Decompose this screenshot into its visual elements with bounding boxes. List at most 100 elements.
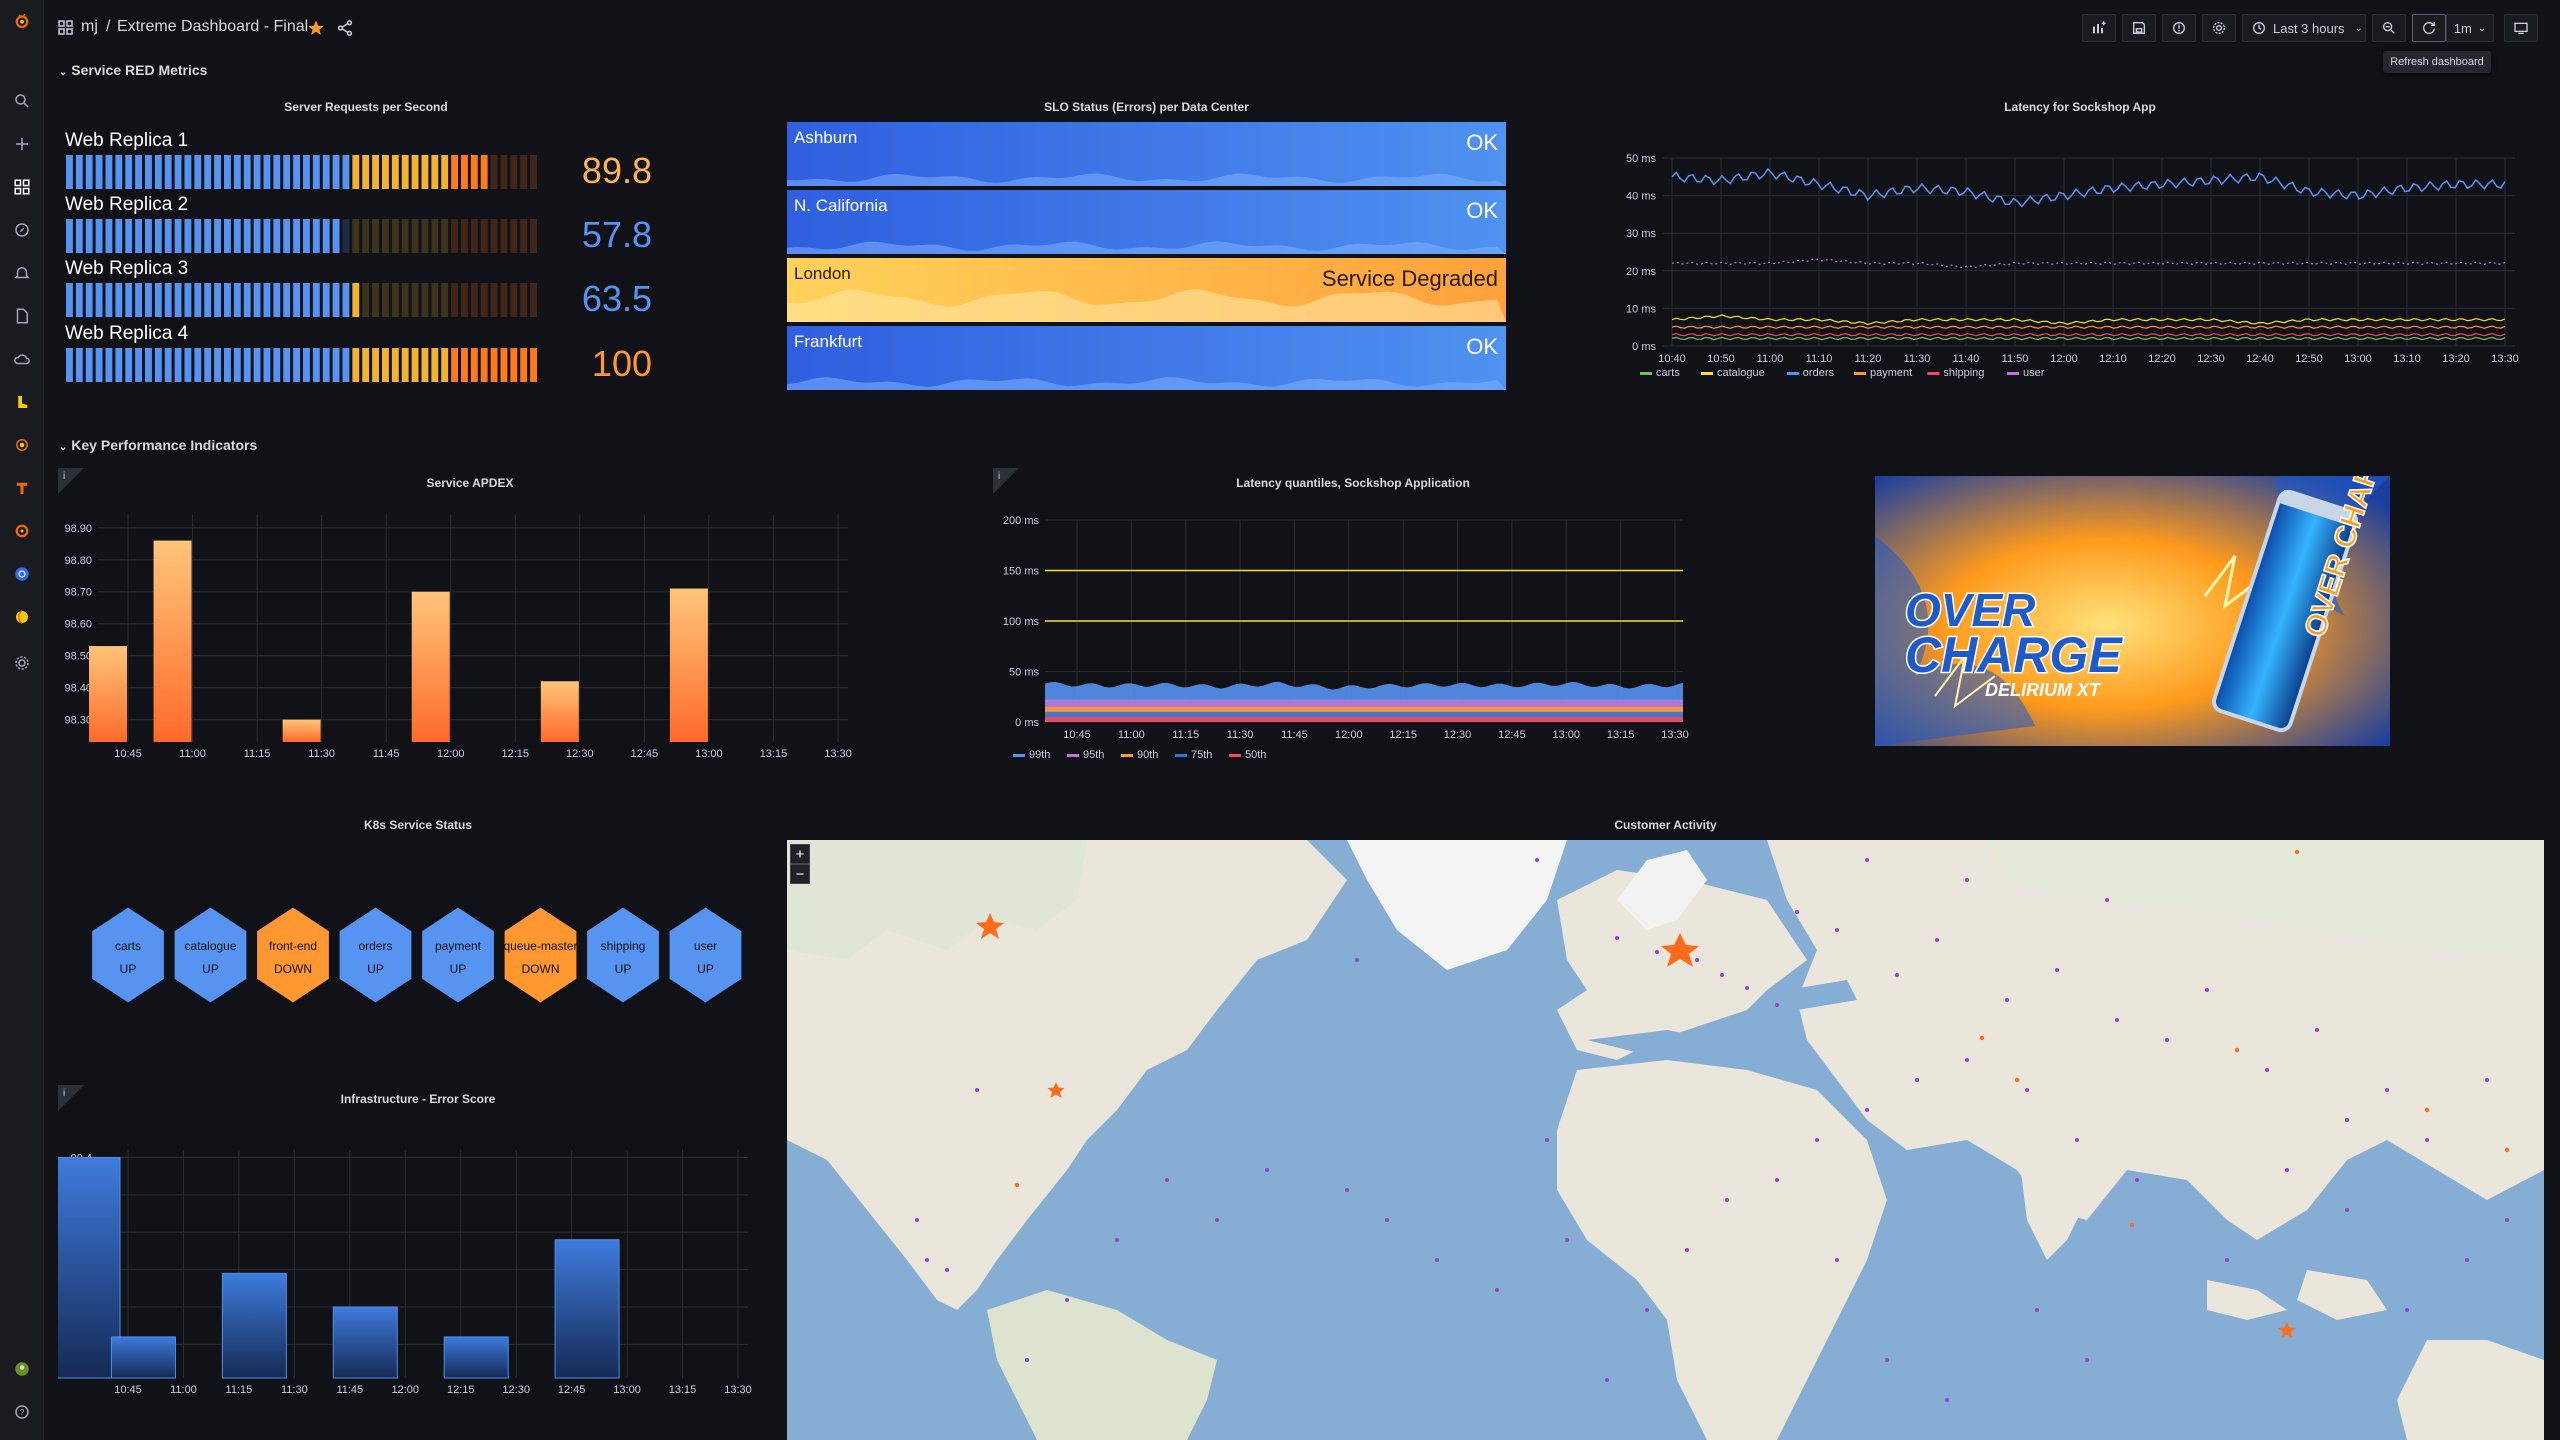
service-status: UP xyxy=(367,962,384,976)
panel-title-latency-app[interactable]: Latency for Sockshop App xyxy=(1600,100,2560,114)
search-icon[interactable] xyxy=(10,89,34,113)
hexagon-service[interactable] xyxy=(586,906,660,1004)
gauge-cell xyxy=(273,155,281,189)
dashboard-title[interactable]: Extreme Dashboard - Final xyxy=(117,18,308,36)
bar xyxy=(443,1336,509,1379)
gauge-cell xyxy=(520,155,528,189)
gauge-cell xyxy=(204,155,212,189)
machine-learning-icon[interactable] xyxy=(10,433,34,457)
gauge-cell xyxy=(391,283,399,317)
panel-title-latency-quantiles[interactable]: Latency quantiles, Sockshop Application xyxy=(993,476,1713,490)
legend-label: 99th xyxy=(1029,749,1050,761)
settings-gear-icon[interactable] xyxy=(10,651,34,675)
explore-compass-icon[interactable] xyxy=(10,218,34,242)
panel-title-customer-activity[interactable]: Customer Activity xyxy=(787,818,2544,832)
share-icon[interactable] xyxy=(336,19,354,37)
gauge-cell xyxy=(461,219,468,253)
slo-card[interactable]: N. California OK xyxy=(787,190,1506,254)
star-favorite-icon[interactable] xyxy=(307,19,325,37)
gauge-cell xyxy=(184,155,192,189)
dashboards-icon[interactable] xyxy=(10,175,34,199)
gauge-cell xyxy=(135,283,142,317)
gauge-cell xyxy=(95,283,103,317)
gauge-cell xyxy=(164,348,172,382)
hexagon-service[interactable] xyxy=(256,906,330,1004)
gauge-cell xyxy=(174,219,182,253)
gauge-cell xyxy=(312,348,320,382)
alerting-bell-icon[interactable] xyxy=(10,261,34,285)
cloud-icon[interactable] xyxy=(10,347,34,371)
x-tick-label: 11:30 xyxy=(1227,729,1254,741)
x-tick-label: 11:30 xyxy=(308,748,335,760)
gauge-cell xyxy=(233,155,241,189)
time-picker-button[interactable]: Last 3 hours ⌄ xyxy=(2242,14,2366,42)
boot-plugin-icon[interactable] xyxy=(10,390,34,414)
world-map[interactable]: + − xyxy=(787,840,2544,1440)
y-tick-label: 10 ms xyxy=(1626,303,1656,315)
create-plus-icon[interactable] xyxy=(10,132,34,156)
help-icon[interactable]: ? xyxy=(10,1400,34,1424)
slo-card[interactable]: Frankfurt OK xyxy=(787,326,1506,390)
gauge-cell xyxy=(530,219,537,253)
gauge-cell xyxy=(224,348,231,382)
insights-button[interactable] xyxy=(2162,14,2196,42)
zoom-out-time-button[interactable] xyxy=(2372,14,2406,42)
gauge-cell xyxy=(66,219,73,253)
x-tick-label: 10:45 xyxy=(1063,729,1091,741)
hexagon-service[interactable] xyxy=(338,906,413,1004)
bar xyxy=(89,646,127,742)
dashboard-settings-button[interactable] xyxy=(2202,14,2236,42)
x-tick-label: 12:00 xyxy=(1335,729,1363,741)
gauge-cell xyxy=(164,155,172,189)
kubernetes-icon[interactable] xyxy=(10,562,34,586)
panel-title-slo[interactable]: SLO Status (Errors) per Data Center xyxy=(787,100,1506,114)
gauge-cell xyxy=(411,155,419,189)
breadcrumb-folder[interactable]: mj xyxy=(81,18,98,36)
panel-title-apdex[interactable]: Service APDEX xyxy=(60,476,880,490)
replica-bar-gauge xyxy=(66,348,537,382)
panel-title-infra[interactable]: Infrastructure - Error Score xyxy=(58,1092,778,1106)
service-status: UP xyxy=(615,962,632,976)
tv-mode-button[interactable] xyxy=(2504,14,2538,42)
x-tick-label: 13:30 xyxy=(724,1384,752,1396)
x-tick-label: 12:40 xyxy=(2246,353,2274,365)
hammer-plugin-icon[interactable] xyxy=(10,476,34,500)
refresh-dashboard-button[interactable] xyxy=(2412,14,2446,42)
grafana-logo-icon[interactable] xyxy=(10,9,34,33)
user-avatar[interactable] xyxy=(10,1357,34,1381)
refresh-interval-picker[interactable]: 1m ⌄ xyxy=(2446,14,2494,42)
gauge-cell xyxy=(263,348,271,382)
gauge-cell xyxy=(391,348,399,382)
hexagon-service[interactable] xyxy=(668,906,743,1004)
x-tick-label: 13:15 xyxy=(1607,729,1635,741)
add-panel-button[interactable] xyxy=(2082,14,2116,42)
x-tick-label: 11:50 xyxy=(2002,353,2029,365)
svg-text:CHARGE: CHARGE xyxy=(1905,627,2123,683)
hexagon-service[interactable] xyxy=(173,906,248,1004)
hexagon-service[interactable] xyxy=(421,906,495,1004)
gauge-cell xyxy=(85,348,93,382)
legend-label: user xyxy=(2023,367,2045,379)
slo-card[interactable]: London Service Degraded xyxy=(787,258,1506,322)
reports-document-icon[interactable] xyxy=(10,304,34,328)
panel-title-server-requests[interactable]: Server Requests per Second xyxy=(66,100,666,114)
save-dashboard-button[interactable] xyxy=(2122,14,2156,42)
gauge-cell xyxy=(283,283,291,317)
hexagon-service[interactable] xyxy=(91,906,165,1004)
gauge-cell xyxy=(510,283,518,317)
gauge-cell xyxy=(510,348,518,382)
replica-bar-gauge xyxy=(66,219,537,253)
x-tick-label: 10:45 xyxy=(114,748,142,760)
row-red-metrics[interactable]: ⌄ Service RED Metrics xyxy=(59,62,207,78)
x-tick-label: 11:00 xyxy=(1757,353,1784,365)
gauge-cell xyxy=(480,219,488,253)
panel-title-k8s[interactable]: K8s Service Status xyxy=(58,818,778,832)
slo-card[interactable]: Ashburn OK xyxy=(787,122,1506,186)
globe-plugin-icon[interactable] xyxy=(10,605,34,629)
row-kpi[interactable]: ⌄ Key Performance Indicators xyxy=(59,437,257,453)
oncall-icon[interactable] xyxy=(10,519,34,543)
hexagon-service[interactable] xyxy=(503,906,578,1004)
gauge-cell xyxy=(243,219,251,253)
bar xyxy=(110,1336,176,1379)
service-name: front-end xyxy=(269,939,317,953)
